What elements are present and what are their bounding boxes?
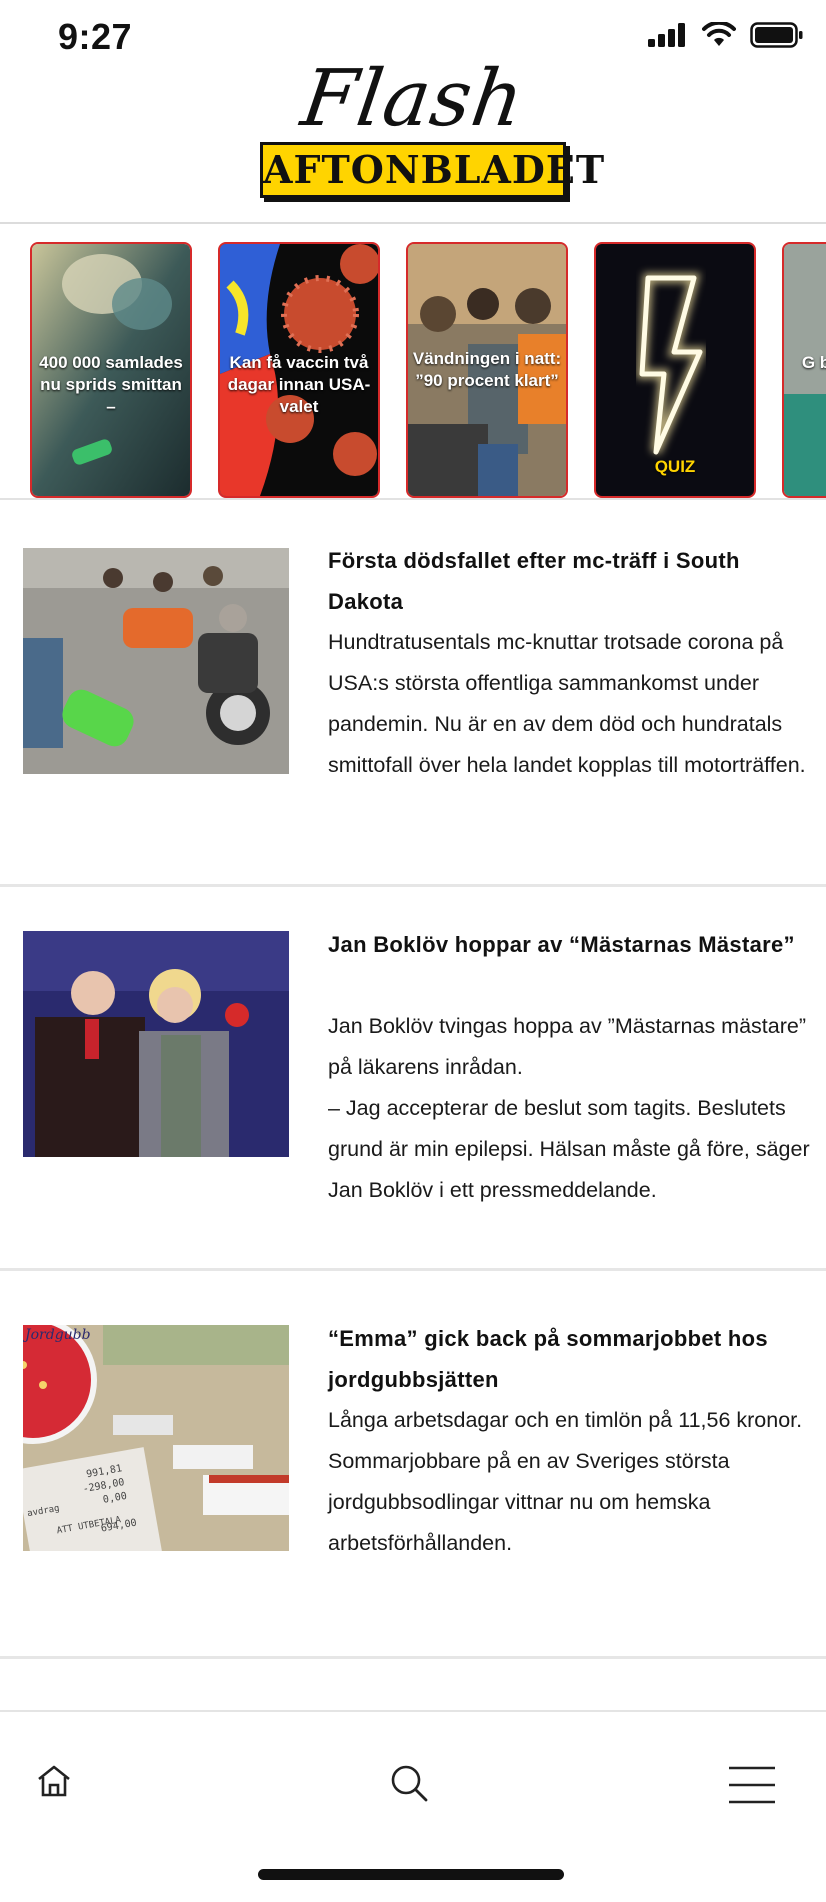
header-divider	[0, 222, 826, 224]
home-icon	[38, 1765, 70, 1797]
story-caption: Vändningen i natt: ”90 procent klart”	[412, 349, 562, 390]
article-title[interactable]: “Emma” gick back på sommarjobbet hos jor…	[328, 1318, 808, 1400]
story-card[interactable]: G b	[782, 242, 826, 498]
logo-aftonbladet[interactable]: AFTONBLADET	[260, 142, 604, 198]
menu-tab[interactable]	[728, 1766, 776, 1809]
story-caption: Kan få vaccin två dagar innan USA-valet	[227, 353, 371, 416]
story-card[interactable]: Kan få vaccin två dagar innan USA-valet	[218, 242, 380, 498]
story-quiz-label: QUIZ	[654, 457, 696, 476]
home-indicator[interactable]	[258, 1869, 564, 1880]
article-divider	[0, 884, 826, 887]
menu-icon	[729, 1766, 775, 1804]
story-caption: 400 000 samlades nu sprids smittan –	[39, 353, 183, 416]
article-divider	[0, 1656, 826, 1659]
search-tab[interactable]	[390, 1764, 428, 1807]
story-card[interactable]: QUIZ	[594, 242, 756, 498]
stories-carousel[interactable]: 400 000 samlades nu sprids smittan – Kan…	[0, 240, 826, 502]
story-card[interactable]: 400 000 samlades nu sprids smittan –	[30, 242, 192, 498]
article-title[interactable]: Jan Boklöv hoppar av “Mästarnas Mästare”	[328, 924, 808, 965]
header: Flash AFTONBLADET	[0, 40, 826, 220]
article-summary-line: – Jag accepterar de beslut som tagits. B…	[328, 1096, 810, 1202]
article-divider	[0, 1268, 826, 1271]
article-thumbnail[interactable]	[23, 931, 289, 1157]
search-icon	[391, 1765, 428, 1802]
receipt-header: Jordgubb	[23, 1327, 91, 1343]
article-summary: Hundtratusentals mc-knuttar trotsade cor…	[328, 630, 806, 777]
article-summary: Jan Boklöv tvingas hoppa av ”Mästarnas m…	[328, 1006, 818, 1211]
article-summary-line: Jan Boklöv tvingas hoppa av ”Mästarnas m…	[328, 1014, 807, 1079]
motorcycle-rally-image	[23, 548, 289, 774]
home-tab[interactable]	[36, 1764, 72, 1803]
story-card[interactable]: Vändningen i natt: ”90 procent klart”	[406, 242, 568, 498]
article-thumbnail[interactable]	[23, 548, 289, 774]
article-thumbnail[interactable]: 991,81 -298,00 0,00 avdrag ATT UTBETALA …	[23, 1325, 289, 1551]
article-item[interactable]: Jan Boklöv hoppar av “Mästarnas Mästare”…	[0, 924, 826, 1264]
article-summary: Långa arbetsdagar och en timlön på 11,56…	[328, 1408, 803, 1555]
story-caption: G b	[801, 353, 826, 372]
couple-photo-image	[23, 931, 289, 1157]
article-title[interactable]: Första dödsfallet efter mc-träff i South…	[328, 540, 808, 622]
strawberry-farm-image: 991,81 -298,00 0,00 avdrag ATT UTBETALA …	[23, 1325, 289, 1551]
article-item[interactable]: 991,81 -298,00 0,00 avdrag ATT UTBETALA …	[0, 1318, 826, 1648]
article-item[interactable]: Första dödsfallet efter mc-träff i South…	[0, 540, 826, 880]
logo-flash[interactable]: Flash	[0, 54, 826, 144]
stories-divider	[0, 498, 826, 500]
